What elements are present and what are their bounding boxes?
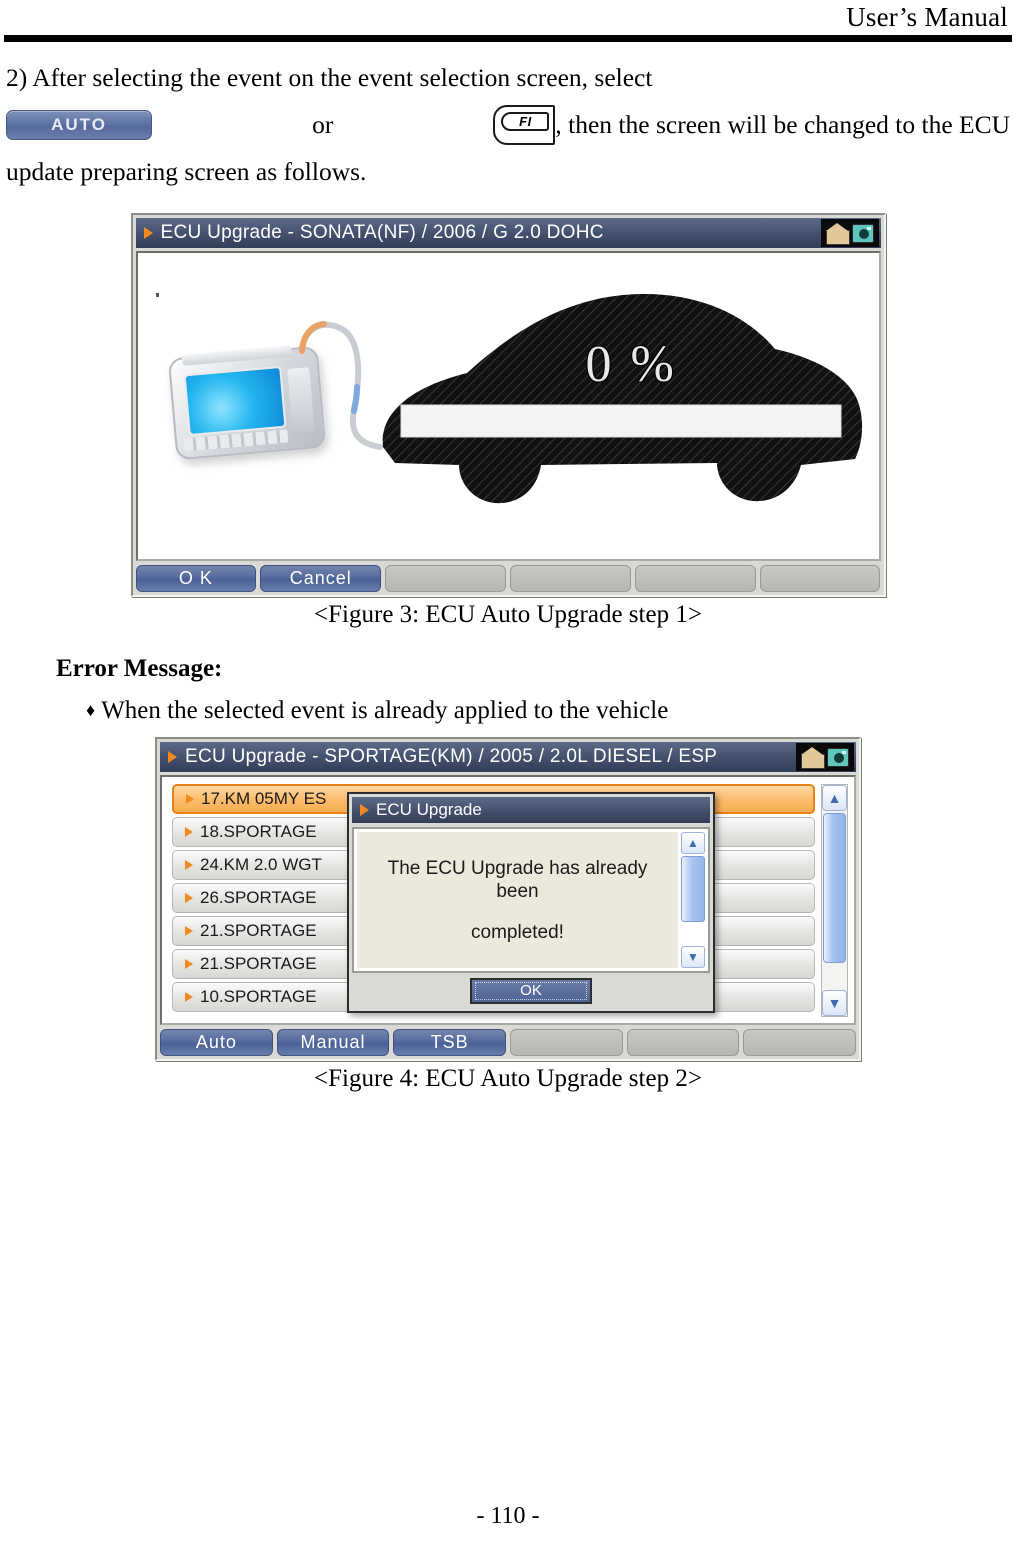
scroll-up-icon[interactable]: ▲ [822, 785, 847, 811]
list-item-arrow-icon [185, 860, 193, 870]
camera-icon[interactable] [827, 747, 849, 767]
window-button-bar: Auto Manual TSB [160, 1029, 857, 1056]
bullet-diamond-icon: ♦ [86, 700, 96, 720]
window-client-area: 17.KM 05MY ES 18.SPORTAGE 24.KM 2.0 WGT [160, 775, 856, 1025]
list-item-label: 17.KM 05MY ES [201, 789, 327, 808]
softkey-6-button [759, 565, 881, 592]
softkey-6-button [743, 1029, 857, 1056]
softkey-4-button [509, 565, 631, 592]
window-titlebar: ECU Upgrade - SONATA(NF) / 2006 / G 2.0 … [135, 218, 881, 248]
list-item-arrow-icon [185, 992, 193, 1002]
dialog-scroll-up-icon[interactable]: ▲ [681, 832, 705, 854]
scrollbar-thumb[interactable] [823, 813, 846, 963]
stray-dot-mark [155, 293, 159, 297]
ok-button[interactable]: O K [135, 565, 257, 592]
paragraph-line-3: update preparing screen as follows. [6, 157, 367, 186]
ecu-upgrade-window-step2: ECU Upgrade - SPORTAGE(KM) / 2005 / 2.0L… [155, 737, 861, 1061]
paragraph-line-2: AUTO or FI , then the screen will be cha… [6, 101, 1010, 148]
dialog-ok-button[interactable]: OK [470, 978, 592, 1004]
figure-4-caption: <Figure 4: ECU Auto Upgrade step 2> [314, 1065, 702, 1092]
figure-4: ECU Upgrade - SPORTAGE(KM) / 2005 / 2.0L… [0, 737, 1016, 1093]
titlebar-icon-group [820, 219, 879, 247]
list-item-label: 26.SPORTAGE [200, 888, 317, 907]
header-title: User’s Manual [846, 2, 1008, 32]
camera-icon[interactable] [851, 223, 874, 243]
dialog-title: ECU Upgrade [376, 800, 482, 819]
tsb-button[interactable]: TSB [393, 1029, 507, 1056]
softkey-5-button [626, 1029, 740, 1056]
list-vertical-scrollbar[interactable]: ▲ ▼ [821, 784, 848, 1017]
window-title: ECU Upgrade - SPORTAGE(KM) / 2005 / 2.0L… [185, 746, 718, 767]
or-label: or [312, 110, 334, 139]
window-client-area: 0 % [135, 251, 881, 561]
f1-key-label: FI [501, 111, 550, 131]
dialog-scrollbar-thumb[interactable] [681, 856, 705, 922]
list-item-arrow-icon [185, 926, 193, 936]
vehicle-silhouette-icon: 0 % [371, 275, 871, 545]
error-message-heading: Error Message: [56, 655, 223, 682]
home-icon[interactable] [801, 747, 825, 769]
figure-3-caption: <Figure 3: ECU Auto Upgrade step 1> [314, 601, 702, 628]
titlebar-arrow-icon [143, 227, 153, 239]
dialog-ok-label: OK [475, 982, 587, 1000]
dialog-message-line-1: The ECU Upgrade has already been [387, 857, 648, 902]
softkey-3-button [385, 565, 506, 592]
list-item-label: 21.SPORTAGE [200, 954, 317, 973]
softkey-4-button [510, 1029, 623, 1056]
auto-button[interactable]: AUTO [6, 109, 152, 140]
titlebar-icon-group [796, 743, 854, 771]
dialog-message-line-2: completed! [471, 921, 564, 943]
cancel-button[interactable]: Cancel [260, 565, 382, 592]
event-list-area: 17.KM 05MY ES 18.SPORTAGE 24.KM 2.0 WGT [172, 784, 848, 1017]
titlebar-arrow-icon [168, 751, 177, 763]
dialog-scroll-down-icon[interactable]: ▼ [681, 946, 705, 968]
dialog-vertical-scrollbar[interactable]: ▲ ▼ [681, 832, 705, 968]
list-item-label: 24.KM 2.0 WGT [200, 855, 322, 874]
error-message-bullet: ♦ When the selected event is already appl… [86, 697, 1016, 725]
error-message-bullet-text: When the selected event is already appli… [101, 697, 669, 724]
window-title: ECU Upgrade - SONATA(NF) / 2006 / G 2.0 … [160, 222, 604, 243]
dialog-message: The ECU Upgrade has already been complet… [357, 832, 678, 968]
dialog-body: The ECU Upgrade has already been complet… [352, 827, 710, 973]
paragraph-line-1: 2) After selecting the event on the even… [6, 63, 653, 92]
home-icon[interactable] [825, 223, 850, 245]
window-button-bar: O K Cancel [135, 565, 881, 592]
manual-mode-button[interactable]: Manual [276, 1029, 390, 1056]
page-header: User’s Manual [0, 0, 1016, 32]
list-item-label: 10.SPORTAGE [200, 987, 317, 1006]
figure-3: ECU Upgrade - SONATA(NF) / 2006 / G 2.0 … [0, 213, 1016, 629]
ecu-upgrade-dialog: ECU Upgrade The ECU Upgrade has already … [347, 792, 715, 1013]
document-page: User’s Manual 2) After selecting the eve… [0, 0, 1016, 1546]
dialog-titlebar-arrow-icon [360, 804, 369, 816]
instruction-paragraph: 2) After selecting the event on the even… [6, 54, 1010, 195]
list-item-label: 21.SPORTAGE [200, 921, 317, 940]
paragraph-line-2-text: , then the screen will be changed to the… [555, 110, 1011, 139]
list-item-arrow-icon [185, 893, 193, 903]
window-titlebar: ECU Upgrade - SPORTAGE(KM) / 2005 / 2.0L… [160, 742, 856, 772]
list-item-label: 18.SPORTAGE [200, 822, 317, 841]
ecu-upgrade-window-step1: ECU Upgrade - SONATA(NF) / 2006 / G 2.0 … [130, 213, 886, 597]
progress-percent-label: 0 % [585, 336, 677, 393]
list-item-arrow-icon [186, 794, 194, 804]
page-number-footer: - 110 - [476, 1503, 540, 1529]
upgrade-progress-illustration: 0 % [138, 253, 879, 559]
dialog-titlebar: ECU Upgrade [352, 797, 710, 823]
softkey-5-button [634, 565, 756, 592]
dialog-footer: OK [352, 973, 710, 1008]
header-rule [4, 35, 1012, 42]
list-item-arrow-icon [185, 827, 193, 837]
list-item-arrow-icon [185, 959, 193, 969]
auto-mode-button[interactable]: Auto [160, 1029, 273, 1056]
scroll-down-icon[interactable]: ▼ [822, 990, 847, 1016]
f1-key-icon[interactable]: FI [493, 104, 556, 145]
